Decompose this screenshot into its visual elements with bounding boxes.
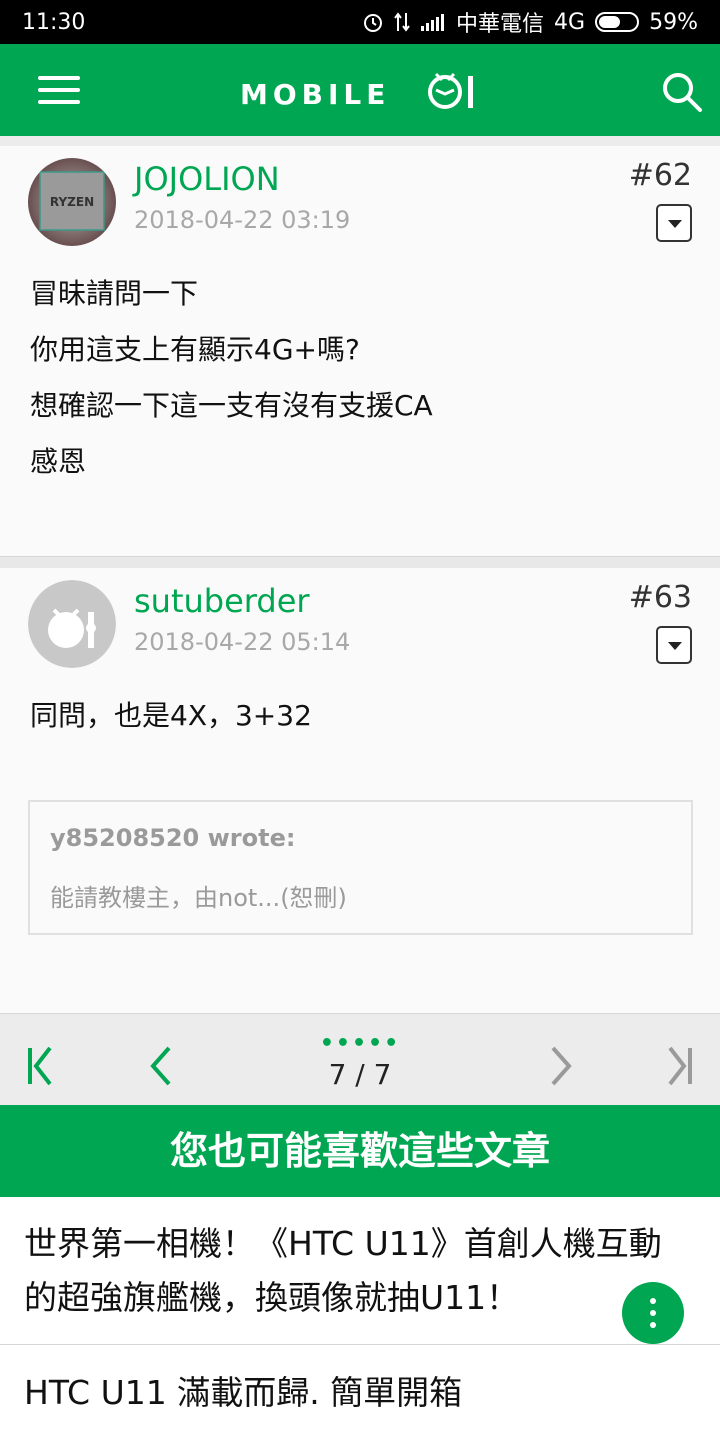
quote-excerpt: 能請教樓主，由not...(恕刪) <box>50 884 347 912</box>
article-title: 世界第一相機！《HTC U11》首創人機互動 的超強旗艦機，換頭像就抽U11！ <box>24 1217 696 1325</box>
post-line: 想確認一下這一支有沒有支援CA <box>30 389 433 422</box>
post-line: 你用這支上有顯示4G+嗎? <box>30 333 360 366</box>
status-indicators: 中華電信 4G 59% <box>362 6 698 38</box>
hamburger-icon[interactable] <box>38 76 80 104</box>
status-bar: 11:30 中華電信 4G 59% <box>0 0 720 44</box>
avatar[interactable] <box>28 580 116 668</box>
avatar-label: RYZEN <box>50 195 94 209</box>
quote-author: y85208520 wrote: <box>50 824 296 852</box>
status-time: 11:30 <box>22 9 86 35</box>
article-title-line: 世界第一相機！《HTC U11》首創人機互動 <box>24 1224 662 1263</box>
battery-percent: 59% <box>649 9 698 35</box>
post-line: 同問，也是4X，3+32 <box>30 699 312 732</box>
page-dots: ••••• <box>319 1031 401 1056</box>
first-page-icon[interactable] <box>0 1014 90 1106</box>
top-divider <box>0 136 720 146</box>
signal-icon <box>421 14 445 31</box>
post-card: RYZEN JOJOLION 2018-04-22 03:19 #62 冒昧請問… <box>0 146 720 556</box>
svg-text:MOBILE: MOBILE <box>240 78 390 111</box>
post-separator <box>0 556 720 568</box>
carrier-name: 中華電信 <box>456 12 545 37</box>
article-title: HTC U11 滿載而歸. 簡單開箱 <box>24 1373 463 1412</box>
post-line: 感恩 <box>30 445 87 478</box>
post-content: 同問，也是4X，3+32 <box>30 688 312 744</box>
previous-page-icon[interactable] <box>115 1014 205 1106</box>
pagination-bar: ••••• 7 / 7 <box>0 1013 720 1105</box>
avatar[interactable]: RYZEN <box>28 158 116 246</box>
post-timestamp: 2018-04-22 03:19 <box>134 206 351 234</box>
more-options-button[interactable] <box>622 1282 684 1344</box>
related-articles-header: 您也可能喜歡這些文章 <box>0 1105 720 1197</box>
mobile01-logo[interactable]: MOBILE <box>240 66 480 114</box>
floor-number: #63 <box>628 580 692 615</box>
post-timestamp: 2018-04-22 05:14 <box>134 628 351 656</box>
post-card: sutuberder 2018-04-22 05:14 #63 同問，也是4X，… <box>0 568 720 1013</box>
app-bar: MOBILE <box>0 44 720 136</box>
related-article[interactable]: HTC U11 滿載而歸. 簡單開箱 <box>0 1346 720 1440</box>
username[interactable]: sutuberder <box>134 582 310 620</box>
next-page-icon[interactable] <box>515 1014 605 1106</box>
last-page-icon[interactable] <box>630 1014 720 1106</box>
search-icon[interactable] <box>660 70 704 114</box>
post-options-button[interactable] <box>656 204 692 242</box>
page-indicator[interactable]: ••••• 7 / 7 <box>310 1031 410 1092</box>
data-transfer-icon <box>394 12 410 32</box>
related-article[interactable]: 世界第一相機！《HTC U11》首創人機互動 的超強旗艦機，換頭像就抽U11！ <box>0 1197 720 1345</box>
article-title-line: 的超強旗艦機，換頭像就抽U11！ <box>24 1278 520 1317</box>
post-options-button[interactable] <box>656 626 692 664</box>
alarm-icon <box>364 14 383 32</box>
battery-icon <box>595 12 640 32</box>
username[interactable]: JOJOLION <box>134 160 280 198</box>
post-content: 冒昧請問一下 你用這支上有顯示4G+嗎? 想確認一下這一支有沒有支援CA 感恩 <box>30 266 433 490</box>
floor-number: #62 <box>628 158 692 193</box>
network-type: 4G <box>554 9 586 35</box>
quote-block[interactable]: y85208520 wrote: 能請教樓主，由not...(恕刪) <box>28 800 693 935</box>
page-number: 7 / 7 <box>328 1058 392 1091</box>
post-line: 冒昧請問一下 <box>30 277 199 310</box>
